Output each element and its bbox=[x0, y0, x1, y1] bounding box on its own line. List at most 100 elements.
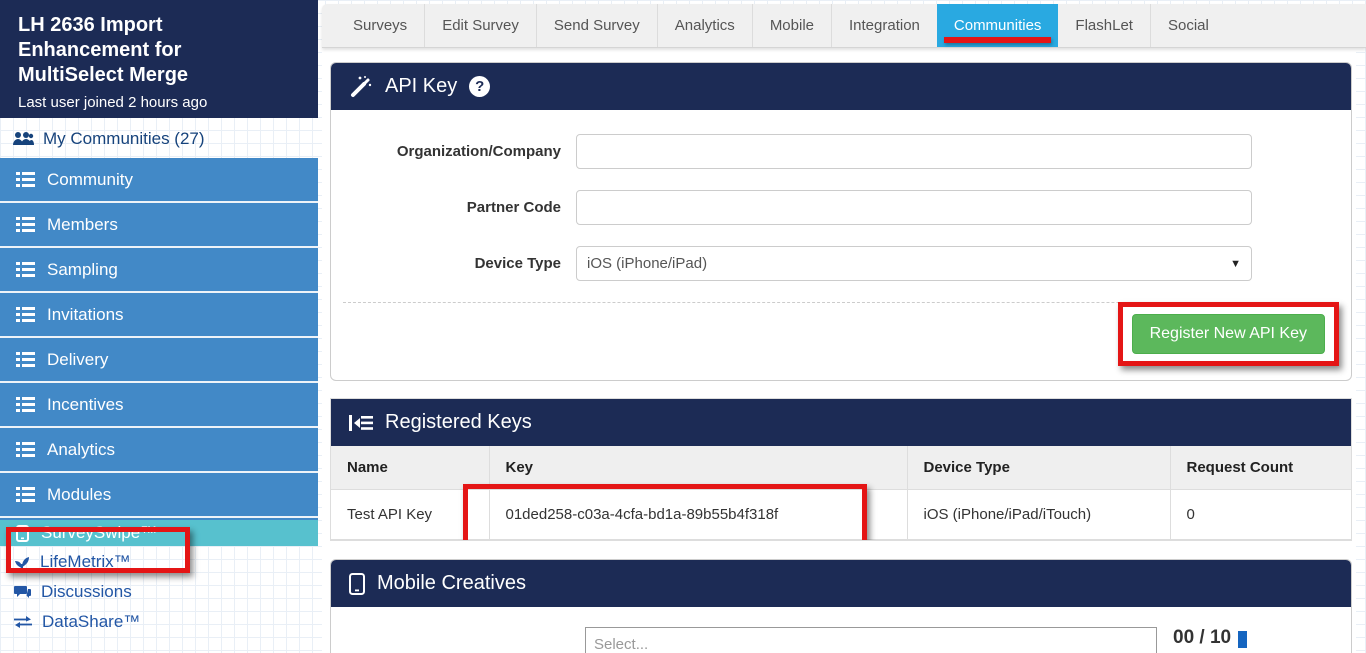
tab-surveys[interactable]: Surveys bbox=[336, 4, 424, 47]
tab-send-survey[interactable]: Send Survey bbox=[536, 4, 657, 47]
device-type-selected-value: iOS (iPhone/iPad) bbox=[587, 255, 707, 272]
registered-keys-table: Name Key Device Type Request Count Test … bbox=[331, 446, 1351, 540]
sidebar: LH 2636 Import Enhancement for MultiSele… bbox=[0, 0, 318, 653]
mobile-phone-icon bbox=[16, 525, 29, 542]
magic-wand-icon bbox=[349, 75, 373, 99]
lifemetrix-icon bbox=[14, 555, 30, 569]
mobile-creatives-header: Mobile Creatives bbox=[331, 560, 1351, 607]
cell-device-type: iOS (iPhone/iPad/iTouch) bbox=[907, 490, 1170, 540]
device-type-select[interactable]: iOS (iPhone/iPad) ▼ bbox=[576, 246, 1252, 281]
annotation-underline-communities bbox=[944, 37, 1052, 43]
list-icon bbox=[16, 352, 35, 367]
column-header-device-type: Device Type bbox=[907, 446, 1170, 490]
help-icon[interactable]: ? bbox=[469, 76, 490, 97]
organization-input[interactable] bbox=[576, 134, 1252, 169]
api-key-panel: API Key ? Organization/Company Partner C… bbox=[330, 62, 1352, 381]
cell-key-name: Test API Key bbox=[331, 490, 489, 540]
tab-label: Social bbox=[1168, 17, 1209, 34]
last-user-joined-text: Last user joined 2 hours ago bbox=[18, 94, 302, 111]
list-icon bbox=[16, 262, 35, 277]
mobile-creatives-title: Mobile Creatives bbox=[377, 572, 526, 595]
my-communities-link[interactable]: My Communities (27) bbox=[0, 118, 318, 158]
api-key-value-text: 01ded258-c03a-4cfa-bd1a-89b55b4f318f bbox=[506, 506, 779, 523]
sidebar-item-label: DataShare™ bbox=[42, 612, 140, 632]
sidebar-item-label: SurveySwipe™ bbox=[41, 523, 157, 543]
tab-label: FlashLet bbox=[1075, 17, 1133, 34]
sidebar-item-invitations[interactable]: Invitations bbox=[0, 293, 318, 338]
indent-list-icon bbox=[349, 414, 373, 432]
sidebar-item-label: LifeMetrix™ bbox=[40, 552, 131, 572]
chat-bubbles-icon bbox=[14, 585, 31, 599]
sidebar-item-label: Members bbox=[47, 215, 118, 235]
list-icon bbox=[16, 217, 35, 232]
partner-code-input[interactable] bbox=[576, 190, 1252, 225]
tab-label: Surveys bbox=[353, 17, 407, 34]
community-title: LH 2636 Import Enhancement for MultiSele… bbox=[18, 13, 223, 89]
sidebar-item-community[interactable]: Community bbox=[0, 158, 318, 203]
community-header: LH 2636 Import Enhancement for MultiSele… bbox=[0, 0, 318, 118]
sidebar-item-analytics[interactable]: Analytics bbox=[0, 428, 318, 473]
partner-code-label: Partner Code bbox=[331, 199, 576, 216]
registered-keys-header: Registered Keys bbox=[331, 399, 1351, 446]
tab-label: Mobile bbox=[770, 17, 814, 34]
list-icon bbox=[16, 442, 35, 457]
sidebar-item-sampling[interactable]: Sampling bbox=[0, 248, 318, 293]
organization-label: Organization/Company bbox=[331, 143, 576, 160]
tab-mobile[interactable]: Mobile bbox=[752, 4, 831, 47]
top-navigation: Surveys Edit Survey Send Survey Analytic… bbox=[322, 4, 1366, 48]
sidebar-item-label: Modules bbox=[47, 485, 111, 505]
tab-communities-active[interactable]: Communities bbox=[937, 4, 1059, 47]
form-row-device-type: Device Type iOS (iPhone/iPad) ▼ bbox=[331, 246, 1351, 281]
tab-edit-survey[interactable]: Edit Survey bbox=[424, 4, 536, 47]
form-row-organization: Organization/Company bbox=[331, 134, 1351, 169]
chevron-down-icon: ▼ bbox=[1230, 258, 1241, 270]
tab-integration[interactable]: Integration bbox=[831, 4, 937, 47]
list-icon bbox=[16, 307, 35, 322]
creative-select-placeholder: Select... bbox=[594, 636, 648, 653]
tab-analytics[interactable]: Analytics bbox=[657, 4, 752, 47]
tab-social[interactable]: Social bbox=[1150, 4, 1226, 47]
mobile-creatives-body: Select... 00 / 10 bbox=[331, 607, 1351, 653]
main-content: API Key ? Organization/Company Partner C… bbox=[322, 48, 1356, 653]
registered-keys-panel: Registered Keys Name Key Device Type Req… bbox=[330, 398, 1352, 541]
sidebar-item-surveyswipe[interactable]: SurveySwipe™ bbox=[0, 518, 318, 546]
sidebar-item-datashare[interactable]: DataShare™ bbox=[0, 608, 318, 636]
list-icon bbox=[16, 397, 35, 412]
sidebar-item-label: Incentives bbox=[47, 395, 124, 415]
list-icon bbox=[16, 172, 35, 187]
device-type-label: Device Type bbox=[331, 255, 576, 272]
tab-label: Edit Survey bbox=[442, 17, 519, 34]
tab-flashlet[interactable]: FlashLet bbox=[1058, 4, 1150, 47]
mobile-phone-icon bbox=[349, 573, 365, 595]
sidebar-item-delivery[interactable]: Delivery bbox=[0, 338, 318, 383]
column-header-request-count: Request Count bbox=[1170, 446, 1351, 490]
creative-counter-text: 00 / 10 bbox=[1173, 627, 1231, 649]
registered-keys-title: Registered Keys bbox=[385, 411, 532, 434]
tab-label: Communities bbox=[954, 17, 1042, 34]
blue-indicator-icon bbox=[1238, 631, 1247, 648]
register-new-api-key-button[interactable]: Register New API Key bbox=[1132, 314, 1325, 354]
sidebar-item-incentives[interactable]: Incentives bbox=[0, 383, 318, 428]
swap-arrows-icon bbox=[14, 616, 32, 628]
tab-label: Analytics bbox=[675, 17, 735, 34]
sidebar-item-discussions[interactable]: Discussions bbox=[0, 578, 318, 606]
cell-key-value: 01ded258-c03a-4cfa-bd1a-89b55b4f318f bbox=[489, 490, 907, 540]
my-communities-label: My Communities (27) bbox=[43, 129, 205, 149]
sidebar-item-modules[interactable]: Modules bbox=[0, 473, 318, 518]
api-key-form: Organization/Company Partner Code Device… bbox=[331, 110, 1351, 380]
column-header-key: Key bbox=[489, 446, 907, 490]
sidebar-item-lifemetrix[interactable]: LifeMetrix™ bbox=[0, 548, 318, 576]
creative-counter: 00 / 10 bbox=[1173, 627, 1247, 649]
register-button-row: Register New API Key bbox=[331, 302, 1351, 380]
table-row: Test API Key 01ded258-c03a-4cfa-bd1a-89b… bbox=[331, 490, 1351, 540]
api-key-header: API Key ? bbox=[331, 63, 1351, 110]
tab-label: Integration bbox=[849, 17, 920, 34]
sidebar-item-label: Sampling bbox=[47, 260, 118, 280]
people-group-icon bbox=[12, 131, 34, 147]
sidebar-item-members[interactable]: Members bbox=[0, 203, 318, 248]
sidebar-item-label: Community bbox=[47, 170, 133, 190]
mobile-creatives-panel: Mobile Creatives Select... 00 / 10 bbox=[330, 559, 1352, 653]
sidebar-item-label: Discussions bbox=[41, 582, 132, 602]
creative-select[interactable]: Select... bbox=[585, 627, 1157, 653]
sidebar-item-label: Invitations bbox=[47, 305, 124, 325]
